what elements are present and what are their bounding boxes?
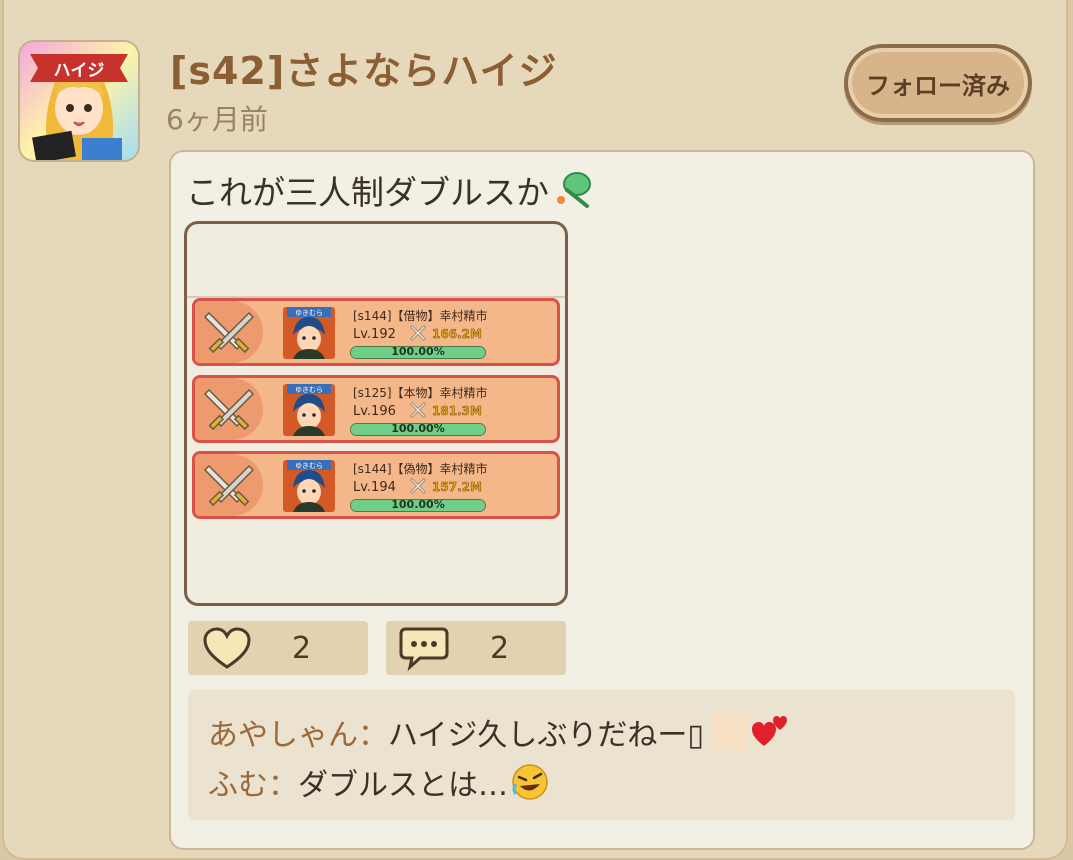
player-level: Lv.196 <box>353 404 396 419</box>
player-badge: ゆきむら <box>295 462 323 470</box>
comment-preview[interactable]: あやしゃん ： ハイジ久しぶりだねー▯ ふむ ： ダブルスとは… <box>188 690 1015 820</box>
player-avatar: ゆきむら <box>283 460 335 512</box>
player-power: 157.2M <box>432 480 482 495</box>
player-row: ゆきむら [s144]【偽物】幸村精市 Lv.194 157.2M 100.00… <box>192 451 560 519</box>
tennis-racket-icon <box>557 172 591 208</box>
player-avatar: ゆきむら <box>283 384 335 436</box>
hp-bar-text: 100.00% <box>391 499 445 511</box>
player-row: ゆきむら [s125]【本物】幸村精市 Lv.196 181.3M 100.00… <box>192 375 560 443</box>
comment-text: ハイジ久しぶりだねー▯ <box>388 718 704 753</box>
hp-bar: 100.00% <box>350 499 486 512</box>
comment-author: ふむ <box>208 768 268 803</box>
follow-button[interactable]: フォロー済み <box>844 44 1032 122</box>
two-hearts-icon <box>751 716 787 746</box>
author-avatar[interactable]: ハイジ <box>20 42 138 160</box>
power-swords-icon <box>410 478 426 494</box>
crossed-swords-icon <box>195 454 263 516</box>
comment-text: ダブルスとは… <box>298 768 508 803</box>
power-swords-icon <box>410 325 426 341</box>
author-name[interactable]: [s42]さよならハイジ <box>170 40 557 95</box>
laughing-face-icon <box>512 764 548 800</box>
power-swords-icon <box>410 402 426 418</box>
post-timestamp: 6ヶ月前 <box>166 103 268 136</box>
player-power: 166.2M <box>432 327 482 342</box>
speech-bubble-icon <box>399 627 449 671</box>
player-avatar: ゆきむら <box>283 307 335 359</box>
avatar-banner: ハイジ <box>53 61 105 81</box>
post-text: これが三人制ダブルスか <box>186 166 597 214</box>
comment-author: あやしゃん <box>208 718 358 753</box>
player-badge: ゆきむら <box>295 386 323 394</box>
attached-image[interactable]: ゆきむら [s144]【借物】幸村精市 Lv.192 166.2M 100.00… <box>184 221 568 606</box>
post-text-content: これが三人制ダブルスか <box>186 173 549 212</box>
like-button[interactable]: 2 <box>188 621 368 675</box>
player-row: ゆきむら [s144]【借物】幸村精市 Lv.192 166.2M 100.00… <box>192 298 560 366</box>
comment-separator: ： <box>268 768 298 803</box>
comment-item: あやしゃん ： ハイジ久しぶりだねー▯ <box>208 710 790 754</box>
hp-bar-text: 100.00% <box>391 423 445 435</box>
player-power: 181.3M <box>432 404 482 419</box>
comment-separator: ： <box>358 718 388 753</box>
hp-bar: 100.00% <box>350 346 486 359</box>
comment-count: 2 <box>490 630 510 666</box>
comment-item: ふむ ： ダブルスとは… <box>208 760 550 804</box>
player-name: [s144]【借物】幸村精市 <box>353 309 488 323</box>
comment-button[interactable]: 2 <box>386 621 566 675</box>
player-name: [s144]【偽物】幸村精市 <box>353 462 488 476</box>
follow-button-label: フォロー済み <box>866 71 1010 100</box>
hp-bar: 100.00% <box>350 423 486 436</box>
player-level: Lv.194 <box>353 480 396 495</box>
crossed-swords-icon <box>195 301 263 363</box>
heart-icon <box>203 627 251 669</box>
player-level: Lv.192 <box>353 327 396 342</box>
crossed-swords-icon <box>195 378 263 440</box>
like-count: 2 <box>292 630 312 666</box>
hp-bar-text: 100.00% <box>391 346 445 358</box>
player-badge: ゆきむら <box>295 309 323 317</box>
player-name: [s125]【本物】幸村精市 <box>353 386 488 400</box>
emoji-placeholder <box>711 714 748 750</box>
